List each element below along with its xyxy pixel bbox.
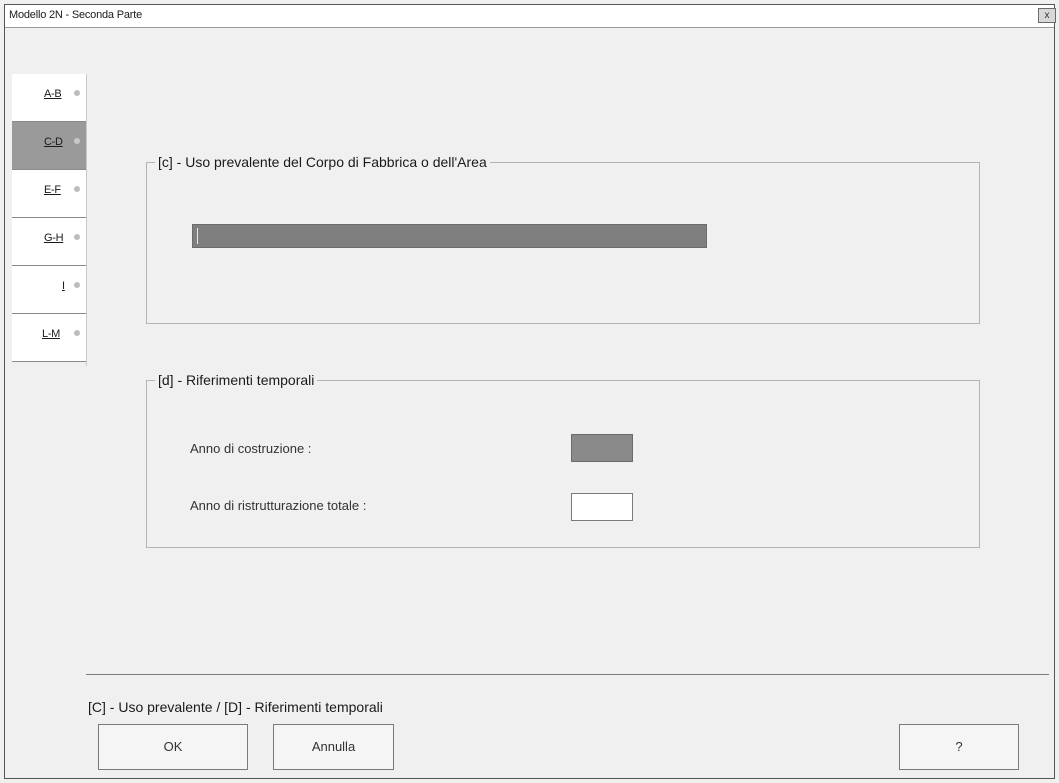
close-button[interactable]: x	[1038, 8, 1056, 23]
tab-i[interactable]: I	[12, 266, 86, 314]
status-dot-icon	[74, 186, 80, 192]
anno-ristrutturazione-label: Anno di ristrutturazione totale :	[190, 498, 367, 513]
bottom-separator	[86, 674, 1049, 675]
annulla-button[interactable]: Annulla	[273, 724, 394, 770]
anno-costruzione-field[interactable]	[571, 434, 633, 462]
group-title-c: [c] - Uso prevalente del Corpo di Fabbri…	[155, 154, 490, 170]
tab-l-m[interactable]: L-M	[12, 314, 86, 362]
window-title: Modello 2N - Seconda Parte	[9, 9, 142, 21]
tab-label: I	[62, 280, 65, 292]
tab-label: E-F	[44, 184, 61, 196]
tab-a-b[interactable]: A-B	[12, 74, 86, 122]
anno-costruzione-label: Anno di costruzione :	[190, 441, 312, 456]
tab-label: G-H	[44, 232, 64, 244]
status-dot-icon	[74, 330, 80, 336]
group-riferimenti-temporali: [d] - Riferimenti temporali	[146, 372, 980, 548]
status-dot-icon	[74, 90, 80, 96]
status-dot-icon	[74, 234, 80, 240]
tab-e-f[interactable]: E-F	[12, 170, 86, 218]
anno-ristrutturazione-field[interactable]	[571, 493, 633, 521]
close-icon: x	[1044, 10, 1050, 21]
tab-g-h[interactable]: G-H	[12, 218, 86, 266]
text-caret	[197, 228, 198, 244]
status-dot-icon	[74, 138, 80, 144]
tab-label: A-B	[44, 88, 62, 100]
uso-prevalente-field[interactable]	[192, 224, 707, 248]
title-bar[interactable]: Modello 2N - Seconda Parte x	[5, 5, 1056, 28]
group-title-d: [d] - Riferimenti temporali	[155, 372, 318, 388]
ok-button[interactable]: OK	[98, 724, 248, 770]
status-description: [C] - Uso prevalente / [D] - Riferimenti…	[88, 699, 383, 715]
tab-label: C-D	[44, 136, 63, 148]
tab-label: L-M	[42, 328, 61, 340]
status-dot-icon	[74, 282, 80, 288]
tab-c-d[interactable]: C-D	[12, 122, 86, 170]
tab-strip-border	[86, 74, 87, 366]
help-button[interactable]: ?	[899, 724, 1019, 770]
